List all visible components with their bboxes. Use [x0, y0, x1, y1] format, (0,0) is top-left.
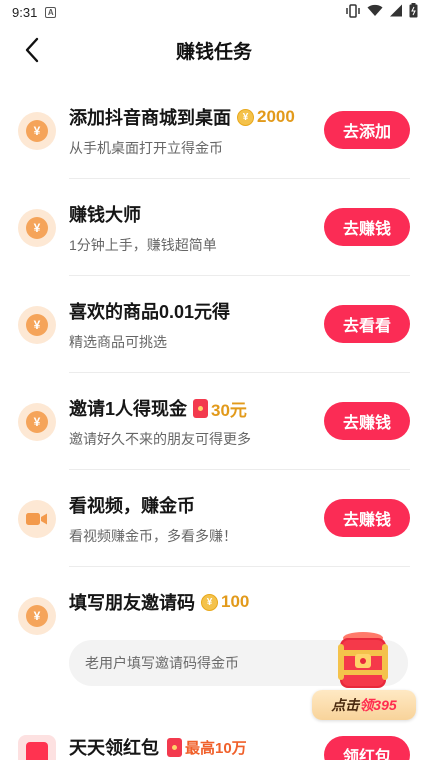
video-camera-icon [18, 500, 56, 538]
claim-coins-pill[interactable]: 点击 领395 [312, 690, 416, 720]
task-item: ¥ 赚钱大师 1分钟上手，赚钱超简单 去赚钱 [0, 179, 428, 276]
chevron-left-icon [25, 37, 39, 63]
task-title: 赚钱大师 [69, 205, 141, 225]
battery-icon [409, 3, 418, 21]
treasure-chest-icon [338, 632, 388, 688]
pill-amount: 领395 [359, 697, 397, 713]
status-bar: 9:31 A [0, 0, 428, 24]
task-subtitle: 邀请好久不来的朋友可得更多 [69, 431, 251, 447]
reward-amount: 最高10万 [185, 739, 247, 757]
red-envelope-app-icon [18, 735, 56, 760]
task-item: ¥ 邀请1人得现金 30元 邀请好久不来的朋友可得更多 去赚钱 [0, 373, 428, 470]
task-subtitle: 精选商品可挑选 [69, 334, 167, 350]
task-reward: 最高10万 [167, 737, 247, 758]
wifi-icon [367, 4, 383, 20]
notification-icon: A [45, 6, 57, 18]
gold-coin-icon: ¥ [237, 108, 254, 126]
back-button[interactable] [18, 36, 46, 64]
task-list: ¥ 添加抖音商城到桌面 ¥ 2000 从手机桌面打开立得金币 去添加 ¥ 赚钱大… [0, 82, 428, 664]
task-item: ¥ 喜欢的商品0.01元得 精选商品可挑选 去看看 [0, 276, 428, 373]
add-to-desktop-button[interactable]: 去添加 [324, 111, 410, 149]
task-title: 邀请1人得现金 [69, 399, 188, 419]
vibrate-icon [345, 3, 361, 21]
red-envelope-icon [167, 737, 182, 757]
invite-earn-button[interactable]: 去赚钱 [324, 402, 410, 440]
task-title: 填写朋友邀请码 [69, 593, 195, 613]
task-title: 天天领红包 [69, 738, 159, 758]
signal-icon [389, 4, 403, 20]
coin-icon: ¥ [18, 112, 56, 150]
browse-button[interactable]: 去看看 [324, 305, 410, 343]
task-reward: ¥ 100 [201, 592, 249, 612]
coin-icon: ¥ [18, 403, 56, 441]
coin-icon: ¥ [18, 209, 56, 247]
task-subtitle: 1分钟上手，赚钱超简单 [69, 237, 217, 253]
page-title: 赚钱任务 [175, 41, 252, 63]
reward-amount: 2000 [257, 107, 295, 126]
claim-red-packet-button[interactable]: 领红包 [324, 736, 410, 760]
pill-label: 点击 [331, 697, 360, 713]
task-reward: 30元 [193, 396, 247, 421]
task-title: 看视频，赚金币 [69, 496, 195, 516]
task-item: 天天领红包 最高10万 [69, 734, 247, 760]
task-title: 喜欢的商品0.01元得 [69, 302, 231, 322]
watch-video-button[interactable]: 去赚钱 [324, 499, 410, 537]
task-reward: ¥ 2000 [237, 107, 295, 127]
task-title: 添加抖音商城到桌面 [69, 108, 231, 128]
coin-icon: ¥ [18, 597, 56, 635]
gold-coin-icon: ¥ [201, 593, 218, 611]
treasure-chest-widget[interactable]: 点击 领395 [310, 628, 418, 728]
reward-amount: 100 [221, 592, 250, 611]
task-subtitle: 从手机桌面打开立得金币 [69, 140, 223, 156]
earn-money-button[interactable]: 去赚钱 [324, 208, 410, 246]
red-envelope-icon [193, 398, 209, 418]
task-item: 看视频，赚金币 看视频赚金币，多看多赚！ 去赚钱 [0, 470, 428, 567]
task-subtitle: 看视频赚金币，多看多赚！ [69, 528, 237, 544]
reward-amount: 30元 [211, 400, 247, 420]
page-header: 赚钱任务 [0, 24, 428, 76]
coin-icon: ¥ [18, 306, 56, 344]
task-item: ¥ 添加抖音商城到桌面 ¥ 2000 从手机桌面打开立得金币 去添加 [0, 82, 428, 179]
status-time: 9:31 [12, 4, 38, 20]
